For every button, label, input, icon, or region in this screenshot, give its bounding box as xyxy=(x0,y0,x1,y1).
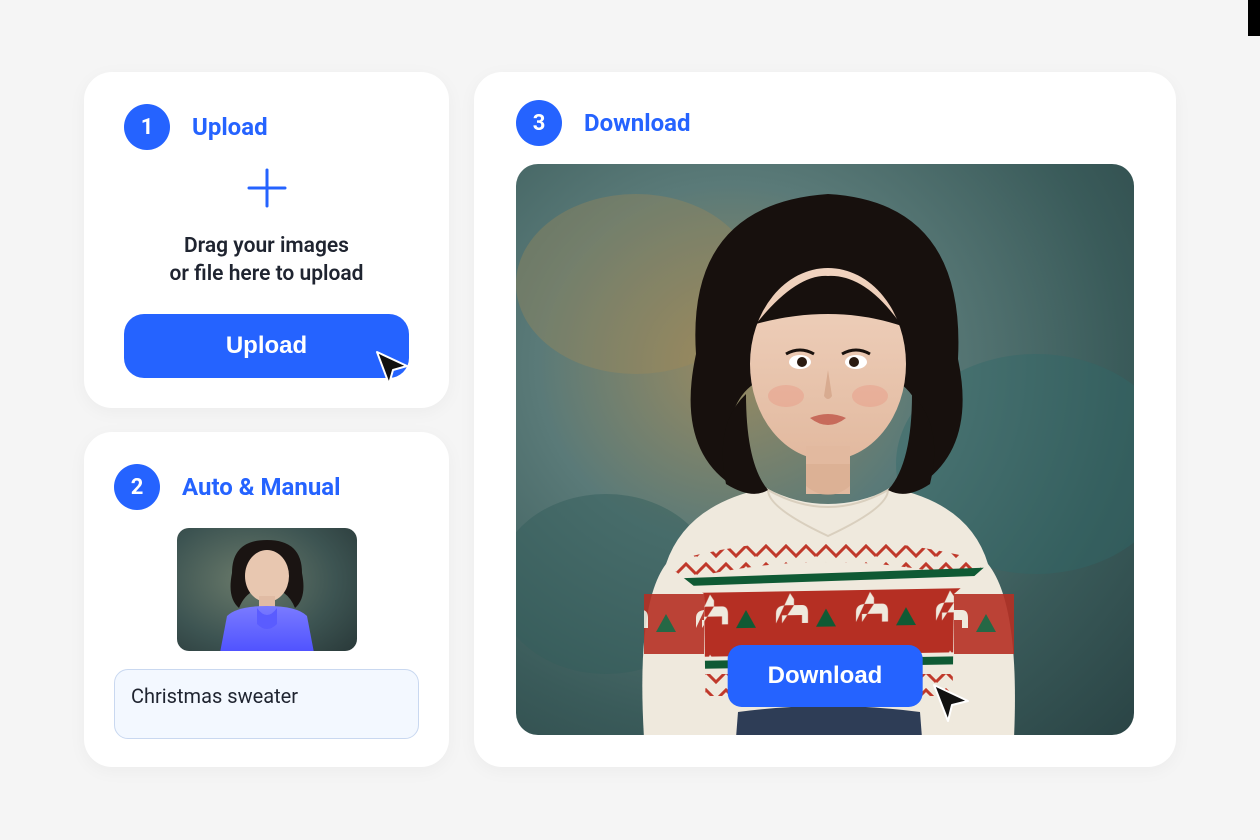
step-2-badge: 2 xyxy=(114,464,160,510)
step-1-badge: 1 xyxy=(124,104,170,150)
upload-card: 1 Upload Drag your images or file here t… xyxy=(84,72,449,408)
upload-button[interactable]: Upload xyxy=(124,314,409,378)
prompt-input[interactable] xyxy=(114,669,419,739)
download-card-header: 3 Download xyxy=(516,100,1134,146)
result-image: Download xyxy=(516,164,1134,735)
prompt-title: Auto & Manual xyxy=(182,473,340,501)
step-3-badge: 3 xyxy=(516,100,562,146)
upload-dropzone[interactable]: Drag your images or file here to upload xyxy=(124,158,409,296)
step-3-number: 3 xyxy=(533,111,546,136)
upload-drop-line2: or file here to upload xyxy=(170,260,364,288)
step-1-number: 1 xyxy=(141,115,154,140)
source-thumbnail[interactable] xyxy=(177,528,357,651)
prompt-card: 2 Auto & Manual xyxy=(84,432,449,767)
upload-drop-line1: Drag your images xyxy=(170,232,364,260)
download-button[interactable]: Download xyxy=(728,645,923,707)
download-title: Download xyxy=(584,109,690,137)
step-2-number: 2 xyxy=(131,475,144,500)
download-card: 3 Download xyxy=(474,72,1176,767)
upload-card-header: 1 Upload xyxy=(124,104,409,150)
upload-drop-text: Drag your images or file here to upload xyxy=(170,232,364,289)
upload-title: Upload xyxy=(192,113,268,141)
prompt-card-header: 2 Auto & Manual xyxy=(114,464,419,510)
corner-notch xyxy=(1248,0,1260,36)
plus-icon xyxy=(245,166,289,214)
